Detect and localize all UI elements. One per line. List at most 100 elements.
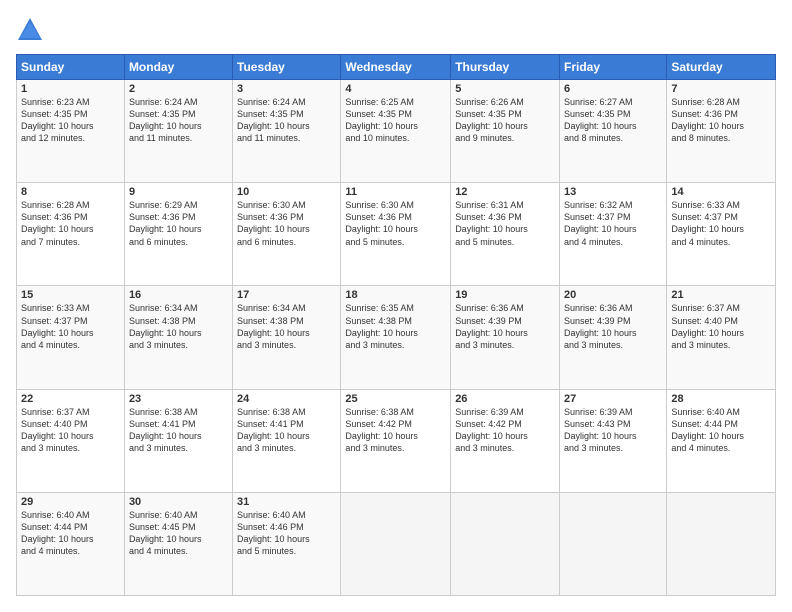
day-cell: 10Sunrise: 6:30 AM Sunset: 4:36 PM Dayli…: [233, 183, 341, 286]
day-number: 2: [129, 83, 228, 95]
day-info: Sunrise: 6:27 AM Sunset: 4:35 PM Dayligh…: [564, 96, 662, 145]
day-cell: 30Sunrise: 6:40 AM Sunset: 4:45 PM Dayli…: [124, 492, 232, 595]
header-cell-thursday: Thursday: [451, 55, 560, 80]
day-cell: 13Sunrise: 6:32 AM Sunset: 4:37 PM Dayli…: [560, 183, 667, 286]
day-number: 25: [345, 393, 446, 405]
header-cell-saturday: Saturday: [667, 55, 776, 80]
day-number: 3: [237, 83, 336, 95]
day-number: 12: [455, 186, 555, 198]
day-number: 4: [345, 83, 446, 95]
day-cell: 5Sunrise: 6:26 AM Sunset: 4:35 PM Daylig…: [451, 80, 560, 183]
day-info: Sunrise: 6:32 AM Sunset: 4:37 PM Dayligh…: [564, 199, 662, 248]
day-info: Sunrise: 6:38 AM Sunset: 4:41 PM Dayligh…: [129, 406, 228, 455]
week-row-3: 15Sunrise: 6:33 AM Sunset: 4:37 PM Dayli…: [17, 286, 776, 389]
day-info: Sunrise: 6:28 AM Sunset: 4:36 PM Dayligh…: [671, 96, 771, 145]
day-cell: 19Sunrise: 6:36 AM Sunset: 4:39 PM Dayli…: [451, 286, 560, 389]
day-info: Sunrise: 6:33 AM Sunset: 4:37 PM Dayligh…: [671, 199, 771, 248]
day-number: 30: [129, 496, 228, 508]
day-info: Sunrise: 6:30 AM Sunset: 4:36 PM Dayligh…: [237, 199, 336, 248]
day-cell: 26Sunrise: 6:39 AM Sunset: 4:42 PM Dayli…: [451, 389, 560, 492]
day-number: 18: [345, 289, 446, 301]
day-info: Sunrise: 6:24 AM Sunset: 4:35 PM Dayligh…: [129, 96, 228, 145]
day-cell: 27Sunrise: 6:39 AM Sunset: 4:43 PM Dayli…: [560, 389, 667, 492]
day-info: Sunrise: 6:25 AM Sunset: 4:35 PM Dayligh…: [345, 96, 446, 145]
day-cell: 4Sunrise: 6:25 AM Sunset: 4:35 PM Daylig…: [341, 80, 451, 183]
day-info: Sunrise: 6:23 AM Sunset: 4:35 PM Dayligh…: [21, 96, 120, 145]
day-info: Sunrise: 6:34 AM Sunset: 4:38 PM Dayligh…: [129, 302, 228, 351]
day-info: Sunrise: 6:31 AM Sunset: 4:36 PM Dayligh…: [455, 199, 555, 248]
day-info: Sunrise: 6:38 AM Sunset: 4:41 PM Dayligh…: [237, 406, 336, 455]
day-cell: 9Sunrise: 6:29 AM Sunset: 4:36 PM Daylig…: [124, 183, 232, 286]
day-info: Sunrise: 6:28 AM Sunset: 4:36 PM Dayligh…: [21, 199, 120, 248]
day-cell: 29Sunrise: 6:40 AM Sunset: 4:44 PM Dayli…: [17, 492, 125, 595]
week-row-5: 29Sunrise: 6:40 AM Sunset: 4:44 PM Dayli…: [17, 492, 776, 595]
day-number: 23: [129, 393, 228, 405]
day-number: 24: [237, 393, 336, 405]
day-number: 1: [21, 83, 120, 95]
day-number: 10: [237, 186, 336, 198]
day-cell: 20Sunrise: 6:36 AM Sunset: 4:39 PM Dayli…: [560, 286, 667, 389]
day-number: 15: [21, 289, 120, 301]
day-cell: 16Sunrise: 6:34 AM Sunset: 4:38 PM Dayli…: [124, 286, 232, 389]
day-number: 16: [129, 289, 228, 301]
day-number: 31: [237, 496, 336, 508]
day-cell: 11Sunrise: 6:30 AM Sunset: 4:36 PM Dayli…: [341, 183, 451, 286]
calendar: SundayMondayTuesdayWednesdayThursdayFrid…: [16, 54, 776, 596]
day-number: 29: [21, 496, 120, 508]
header-cell-sunday: Sunday: [17, 55, 125, 80]
day-info: Sunrise: 6:39 AM Sunset: 4:42 PM Dayligh…: [455, 406, 555, 455]
day-cell: 24Sunrise: 6:38 AM Sunset: 4:41 PM Dayli…: [233, 389, 341, 492]
day-info: Sunrise: 6:37 AM Sunset: 4:40 PM Dayligh…: [671, 302, 771, 351]
logo: [16, 16, 48, 44]
day-info: Sunrise: 6:39 AM Sunset: 4:43 PM Dayligh…: [564, 406, 662, 455]
day-number: 13: [564, 186, 662, 198]
day-info: Sunrise: 6:24 AM Sunset: 4:35 PM Dayligh…: [237, 96, 336, 145]
day-info: Sunrise: 6:35 AM Sunset: 4:38 PM Dayligh…: [345, 302, 446, 351]
day-cell: 6Sunrise: 6:27 AM Sunset: 4:35 PM Daylig…: [560, 80, 667, 183]
day-cell: [560, 492, 667, 595]
day-info: Sunrise: 6:33 AM Sunset: 4:37 PM Dayligh…: [21, 302, 120, 351]
header-row: SundayMondayTuesdayWednesdayThursdayFrid…: [17, 55, 776, 80]
calendar-header: SundayMondayTuesdayWednesdayThursdayFrid…: [17, 55, 776, 80]
day-number: 21: [671, 289, 771, 301]
day-info: Sunrise: 6:34 AM Sunset: 4:38 PM Dayligh…: [237, 302, 336, 351]
day-cell: 28Sunrise: 6:40 AM Sunset: 4:44 PM Dayli…: [667, 389, 776, 492]
day-number: 22: [21, 393, 120, 405]
day-info: Sunrise: 6:29 AM Sunset: 4:36 PM Dayligh…: [129, 199, 228, 248]
day-info: Sunrise: 6:36 AM Sunset: 4:39 PM Dayligh…: [564, 302, 662, 351]
day-info: Sunrise: 6:40 AM Sunset: 4:44 PM Dayligh…: [671, 406, 771, 455]
day-cell: 7Sunrise: 6:28 AM Sunset: 4:36 PM Daylig…: [667, 80, 776, 183]
day-info: Sunrise: 6:38 AM Sunset: 4:42 PM Dayligh…: [345, 406, 446, 455]
day-number: 19: [455, 289, 555, 301]
day-cell: 25Sunrise: 6:38 AM Sunset: 4:42 PM Dayli…: [341, 389, 451, 492]
day-cell: 3Sunrise: 6:24 AM Sunset: 4:35 PM Daylig…: [233, 80, 341, 183]
day-cell: 12Sunrise: 6:31 AM Sunset: 4:36 PM Dayli…: [451, 183, 560, 286]
day-cell: 15Sunrise: 6:33 AM Sunset: 4:37 PM Dayli…: [17, 286, 125, 389]
day-number: 8: [21, 186, 120, 198]
day-number: 27: [564, 393, 662, 405]
day-info: Sunrise: 6:26 AM Sunset: 4:35 PM Dayligh…: [455, 96, 555, 145]
day-number: 6: [564, 83, 662, 95]
day-cell: 17Sunrise: 6:34 AM Sunset: 4:38 PM Dayli…: [233, 286, 341, 389]
day-info: Sunrise: 6:30 AM Sunset: 4:36 PM Dayligh…: [345, 199, 446, 248]
header-cell-monday: Monday: [124, 55, 232, 80]
calendar-body: 1Sunrise: 6:23 AM Sunset: 4:35 PM Daylig…: [17, 80, 776, 596]
week-row-2: 8Sunrise: 6:28 AM Sunset: 4:36 PM Daylig…: [17, 183, 776, 286]
day-cell: 23Sunrise: 6:38 AM Sunset: 4:41 PM Dayli…: [124, 389, 232, 492]
header-cell-friday: Friday: [560, 55, 667, 80]
day-number: 26: [455, 393, 555, 405]
day-number: 9: [129, 186, 228, 198]
day-cell: [341, 492, 451, 595]
day-info: Sunrise: 6:40 AM Sunset: 4:44 PM Dayligh…: [21, 509, 120, 558]
header-cell-tuesday: Tuesday: [233, 55, 341, 80]
day-number: 14: [671, 186, 771, 198]
header-cell-wednesday: Wednesday: [341, 55, 451, 80]
day-info: Sunrise: 6:37 AM Sunset: 4:40 PM Dayligh…: [21, 406, 120, 455]
day-number: 11: [345, 186, 446, 198]
day-number: 5: [455, 83, 555, 95]
header: [16, 16, 776, 44]
day-cell: [451, 492, 560, 595]
day-info: Sunrise: 6:40 AM Sunset: 4:46 PM Dayligh…: [237, 509, 336, 558]
day-cell: 31Sunrise: 6:40 AM Sunset: 4:46 PM Dayli…: [233, 492, 341, 595]
day-cell: 2Sunrise: 6:24 AM Sunset: 4:35 PM Daylig…: [124, 80, 232, 183]
